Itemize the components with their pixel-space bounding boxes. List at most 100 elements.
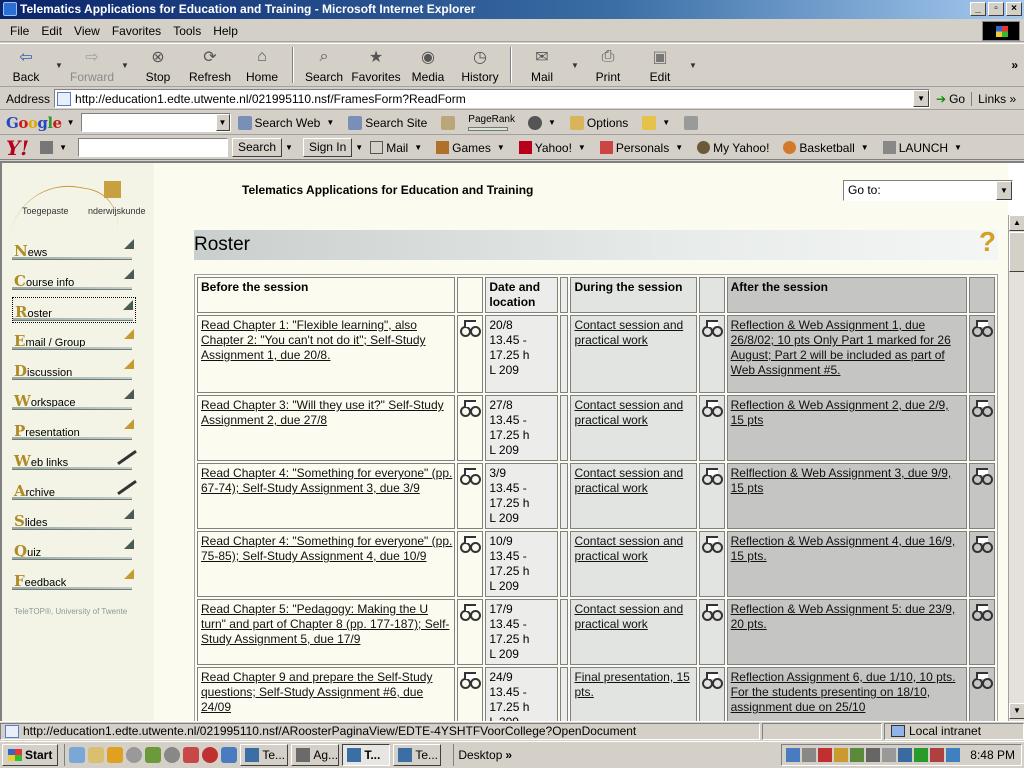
options-button[interactable]: Options: [563, 115, 635, 130]
nav-item-discussion[interactable]: Discussion: [12, 357, 136, 383]
after-session-link[interactable]: Reflection & Web Assignment 5: due 23/9,…: [731, 602, 956, 631]
nav-item-feedback[interactable]: Feedback: [12, 567, 136, 593]
minimize-button[interactable]: _: [970, 2, 986, 16]
history-button[interactable]: ◷ History: [454, 44, 506, 86]
before-session-link[interactable]: Read Chapter 5: "Pedagogy: Making the U …: [201, 602, 449, 646]
app-icon[interactable]: [183, 747, 200, 763]
sign-in-button[interactable]: Sign In: [302, 138, 353, 157]
launch-button[interactable]: LAUNCH ▼: [876, 141, 969, 155]
my-yahoo-button[interactable]: My Yahoo!: [690, 141, 776, 155]
yahoo-home-button[interactable]: Yahoo! ▼: [512, 141, 593, 155]
app-icon[interactable]: [164, 747, 181, 763]
scroll-up-icon[interactable]: ▲: [1009, 215, 1024, 231]
tray-icon[interactable]: [930, 748, 945, 762]
view-glasses-icon[interactable]: [971, 468, 993, 486]
start-button[interactable]: Start: [2, 744, 59, 766]
yahoo-search-input[interactable]: [77, 138, 228, 157]
menu-tools[interactable]: Tools: [167, 24, 207, 38]
news-button[interactable]: [434, 115, 462, 130]
tray-icon[interactable]: [850, 748, 865, 762]
during-session-link[interactable]: Final presentation, 15 pts.: [574, 670, 689, 699]
mail-button[interactable]: ✉ Mail: [516, 44, 568, 86]
mail-dropdown-icon[interactable]: ▼: [568, 61, 582, 70]
highlight-button[interactable]: [677, 115, 705, 130]
app-icon[interactable]: [221, 747, 238, 763]
during-session-link[interactable]: Contact session and practical work: [574, 466, 683, 495]
view-glasses-icon[interactable]: [971, 400, 993, 418]
folder-button[interactable]: ▼: [635, 115, 677, 130]
tray-icon[interactable]: [898, 748, 913, 762]
view-glasses-icon[interactable]: [701, 320, 723, 338]
menu-edit[interactable]: Edit: [35, 24, 68, 38]
during-session-link[interactable]: Contact session and practical work: [574, 534, 683, 563]
view-glasses-icon[interactable]: [701, 604, 723, 622]
refresh-button[interactable]: ⟳ Refresh: [184, 44, 236, 86]
nav-item-course-info[interactable]: Course info: [12, 267, 136, 293]
basketball-button[interactable]: Basketball ▼: [776, 141, 875, 155]
taskbar-button-3[interactable]: T...: [342, 744, 391, 766]
help-icon[interactable]: ?: [979, 227, 996, 257]
clock-icon[interactable]: [126, 747, 143, 763]
tray-icon[interactable]: [866, 748, 881, 762]
yahoo-search-button[interactable]: Search: [231, 138, 283, 157]
goto-select[interactable]: Go to: ▼: [843, 180, 1013, 201]
edit-button[interactable]: ▣ Edit: [634, 44, 686, 86]
google-menu-dropdown-icon[interactable]: ▼: [67, 118, 75, 127]
nav-item-roster[interactable]: Roster: [12, 297, 136, 323]
during-session-link[interactable]: Contact session and practical work: [574, 398, 683, 427]
view-glasses-icon[interactable]: [460, 536, 482, 554]
view-glasses-icon[interactable]: [460, 468, 482, 486]
forward-dropdown-icon[interactable]: ▼: [118, 61, 132, 70]
tray-icon[interactable]: [946, 748, 961, 762]
tray-icon[interactable]: [834, 748, 849, 762]
stop-button[interactable]: ⊗ Stop: [132, 44, 184, 86]
scroll-down-icon[interactable]: ▼: [1009, 703, 1024, 719]
search-web-button[interactable]: Search Web ▼: [231, 115, 342, 130]
tray-icon[interactable]: [786, 748, 801, 762]
page-info-button[interactable]: ▼: [521, 115, 563, 130]
nav-item-quiz[interactable]: Quiz: [12, 537, 136, 563]
yahoo-edit-button[interactable]: ▼: [33, 141, 74, 154]
search-site-button[interactable]: Search Site: [341, 115, 434, 130]
before-session-link[interactable]: Read Chapter 9 and prepare the Self-Stud…: [201, 670, 432, 714]
home-button[interactable]: ⌂ Home: [236, 44, 288, 86]
nav-item-archive[interactable]: Archive: [12, 477, 136, 503]
during-session-link[interactable]: Contact session and practical work: [574, 318, 683, 347]
restore-button[interactable]: ▫: [988, 2, 1004, 16]
menu-view[interactable]: View: [68, 24, 106, 38]
media-player-icon[interactable]: [107, 747, 124, 763]
nav-item-web-links[interactable]: Web links: [12, 447, 136, 473]
desktop-toolbar[interactable]: Desktop»: [453, 744, 512, 766]
before-session-link[interactable]: Read Chapter 3: "Will they use it?" Self…: [201, 398, 444, 427]
tray-icon[interactable]: [914, 748, 929, 762]
nav-item-news[interactable]: News: [12, 237, 136, 263]
tray-icon[interactable]: [818, 748, 833, 762]
edit-dropdown-icon[interactable]: ▼: [686, 61, 700, 70]
after-session-link[interactable]: Reflection Assignment 6, due 1/10, 10 pt…: [731, 670, 956, 714]
during-session-link[interactable]: Contact session and practical work: [574, 602, 683, 631]
view-glasses-icon[interactable]: [460, 320, 482, 338]
favorites-button[interactable]: ★ Favorites: [350, 44, 402, 86]
view-glasses-icon[interactable]: [971, 320, 993, 338]
print-button[interactable]: ⎙ Print: [582, 44, 634, 86]
view-glasses-icon[interactable]: [971, 672, 993, 690]
before-session-link[interactable]: Read Chapter 4: "Something for everyone"…: [201, 534, 452, 563]
goto-dropdown-icon[interactable]: ▼: [996, 181, 1012, 200]
pagerank-indicator[interactable]: PageRank: [462, 114, 521, 131]
address-dropdown-icon[interactable]: ▼: [913, 90, 930, 107]
view-glasses-icon[interactable]: [460, 400, 482, 418]
after-session-link[interactable]: Reflection & Web Assignment 1, due 26/8/…: [731, 318, 951, 377]
close-button[interactable]: ×: [1006, 2, 1022, 16]
menu-favorites[interactable]: Favorites: [106, 24, 167, 38]
vertical-scrollbar[interactable]: ▲ ▼: [1008, 215, 1024, 721]
search-button[interactable]: ⌕ Search: [298, 44, 350, 86]
app-icon[interactable]: [202, 747, 219, 763]
tray-icon[interactable]: [802, 748, 817, 762]
yahoo-search-dropdown-icon[interactable]: ▼: [285, 143, 293, 152]
yahoo-games-button[interactable]: Games ▼: [429, 141, 512, 155]
before-session-link[interactable]: Read Chapter 4: "Something for everyone"…: [201, 466, 452, 495]
media-button[interactable]: ◉ Media: [402, 44, 454, 86]
view-glasses-icon[interactable]: [971, 604, 993, 622]
nav-item-presentation[interactable]: Presentation: [12, 417, 136, 443]
google-logo[interactable]: Google: [0, 114, 64, 132]
